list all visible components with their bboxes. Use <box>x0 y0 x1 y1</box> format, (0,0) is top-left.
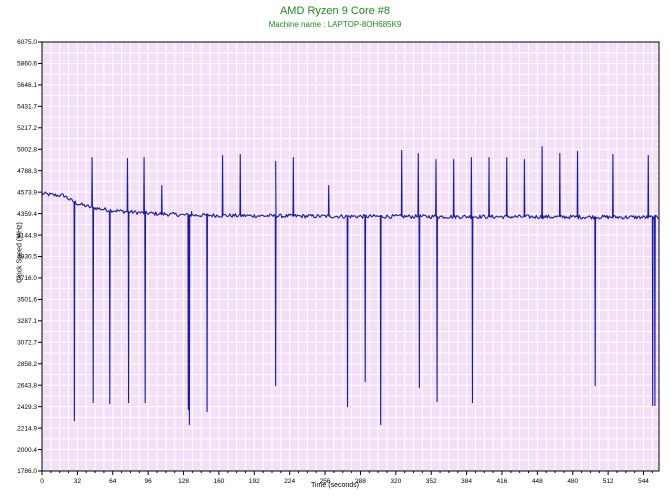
y-tick-label: 3501.6 <box>17 297 37 304</box>
y-tick-label: 3072.7 <box>17 340 37 347</box>
y-tick-label: 3716.0 <box>17 275 37 282</box>
y-tick-label: 5217.2 <box>17 125 37 132</box>
x-tick-label: 512 <box>603 478 614 485</box>
x-tick-label: 416 <box>497 478 508 485</box>
y-tick-label: 4788.3 <box>17 168 37 175</box>
x-tick-label: 448 <box>532 478 543 485</box>
x-tick-label: 0 <box>40 478 44 485</box>
x-tick-label: 224 <box>284 478 295 485</box>
x-tick-label: 320 <box>390 478 401 485</box>
x-tick-label: 480 <box>567 478 578 485</box>
y-tick-label: 2643.8 <box>17 382 37 389</box>
y-tick-label: 5431.7 <box>17 104 37 111</box>
y-tick-label: 4573.9 <box>17 189 37 196</box>
x-axis-ticks: 0 32 64 96 128 160 192 224 256 288 320 352 384 416 448… <box>40 471 653 485</box>
x-tick-label: 384 <box>461 478 472 485</box>
x-tick-label: 544 <box>638 478 649 485</box>
y-axis-ticks: 1786.0 2000.4 2214.9 2429.3 2643.8 2858.2 3072… <box>17 39 42 475</box>
y-tick-label: 5860.6 <box>17 61 37 68</box>
horizontal-gridlines <box>42 41 659 472</box>
x-tick-label: 192 <box>249 478 260 485</box>
y-tick-label: 3287.1 <box>17 318 37 325</box>
y-tick-label: 1786.0 <box>17 468 37 475</box>
x-tick-label: 96 <box>145 478 153 485</box>
y-tick-label: 2214.9 <box>17 425 37 432</box>
y-tick-label: 2000.4 <box>17 447 37 454</box>
y-tick-label: 5002.8 <box>17 146 37 153</box>
x-tick-label: 128 <box>178 478 189 485</box>
y-tick-label: 2858.2 <box>17 361 37 368</box>
x-tick-label: 256 <box>320 478 331 485</box>
x-tick-label: 64 <box>109 478 117 485</box>
y-tick-label: 4359.4 <box>17 211 37 218</box>
x-tick-label: 352 <box>426 478 437 485</box>
x-tick-label: 32 <box>74 478 82 485</box>
y-tick-label: 4144.9 <box>17 232 37 239</box>
y-tick-label: 5646.1 <box>17 82 37 89</box>
chart-svg: 0 32 64 96 128 160 192 224 256 288 320 352 384 416 448… <box>17 39 660 485</box>
y-tick-label: 3930.5 <box>17 254 37 261</box>
y-tick-label: 6075.0 <box>17 39 37 46</box>
y-tick-label: 2429.3 <box>17 404 37 411</box>
x-tick-label: 288 <box>355 478 366 485</box>
x-tick-label: 160 <box>213 478 224 485</box>
